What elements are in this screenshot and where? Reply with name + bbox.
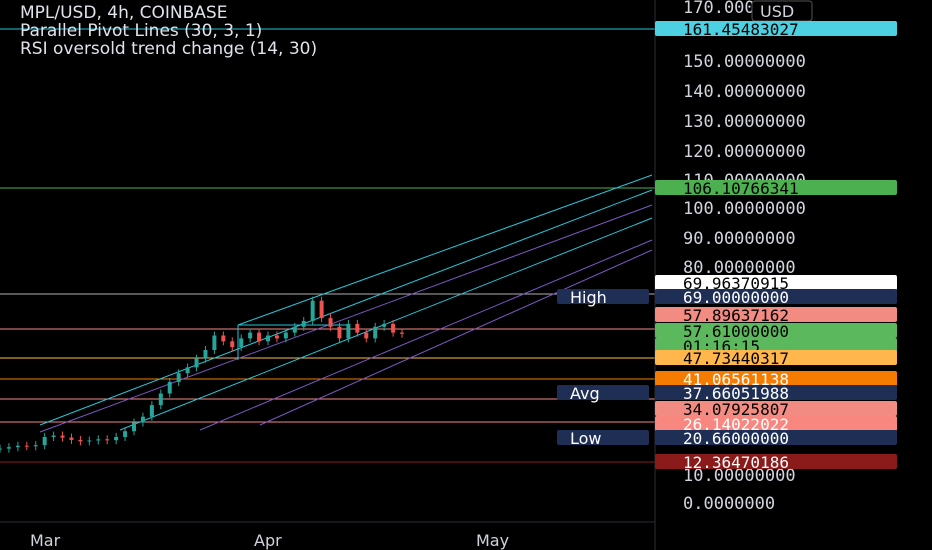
candle-body (33, 445, 38, 447)
time-tick-label: Mar (30, 531, 61, 550)
price-tick-label: 0.0000000 (683, 494, 775, 514)
candle-body (15, 445, 20, 448)
price-label-tag: Low (570, 429, 602, 448)
chart-overlay-lines (0, 28, 655, 463)
candle-body (328, 318, 333, 327)
candle-body (274, 335, 279, 339)
candle-body (96, 439, 101, 441)
time-tick-label: May (476, 531, 509, 550)
candle-body (132, 422, 136, 432)
candle-body (355, 323, 360, 333)
price-tick-label: 100.00000000 (683, 199, 806, 219)
candle-body (24, 445, 29, 447)
price-label-value: 47.73440317 (683, 349, 789, 368)
candle-body (78, 439, 83, 442)
candle-body (105, 439, 110, 441)
price-tick-label: 140.00000000 (683, 82, 806, 102)
candle-body (203, 350, 208, 359)
candle-body (346, 323, 351, 339)
price-label-value: 106.10766341 (683, 179, 799, 198)
candle-body (123, 431, 128, 437)
candle-body (69, 437, 74, 440)
indicator-rsi[interactable]: RSI oversold trend change (14, 30) (20, 40, 317, 58)
price-tick-label: 130.00000000 (683, 112, 806, 132)
price-label-tag: High (570, 288, 607, 307)
price-label-value: 20.66000000 (683, 429, 789, 448)
candle-body (382, 323, 387, 327)
price-label-tag: Avg (570, 384, 600, 403)
candle-body (87, 440, 92, 442)
candle-body (51, 435, 56, 437)
indicator-parallel-pivot[interactable]: Parallel Pivot Lines (30, 3, 1) (20, 22, 317, 40)
candle-body (337, 326, 342, 339)
candle-body (292, 326, 297, 333)
candle-body (319, 300, 324, 319)
candle-body (140, 416, 145, 423)
symbol-title[interactable]: MPL/USD, 4h, COINBASE (20, 4, 317, 22)
candle-body (257, 332, 262, 342)
candle-body (60, 435, 65, 438)
price-tick-label: 90.00000000 (683, 229, 796, 249)
candle-body (310, 300, 315, 321)
candle-body (283, 332, 288, 339)
chart-legend: MPL/USD, 4h, COINBASE Parallel Pivot Lin… (20, 4, 317, 58)
price-label-value: 161.45483027 (683, 20, 799, 39)
candle-body (167, 381, 172, 394)
currency-label: USD (760, 2, 794, 21)
candle-body (239, 338, 244, 348)
price-tick-label: 150.00000000 (683, 52, 806, 72)
price-axis[interactable]: 170.00000000150.00000000140.00000000130.… (557, 0, 897, 550)
candle-body (42, 437, 47, 446)
candle-body (364, 332, 369, 339)
candle-body (248, 332, 253, 339)
time-axis[interactable]: Mar Apr May (0, 521, 655, 550)
candle-body (6, 447, 11, 449)
candle-body (114, 437, 119, 441)
candle-body (194, 358, 199, 368)
candle-body (230, 341, 235, 348)
candle-body (373, 326, 378, 339)
price-tick-label: 120.00000000 (683, 142, 806, 162)
candle-body (266, 335, 270, 342)
candle-body (185, 367, 190, 374)
candle-body (301, 321, 306, 327)
candle-body (212, 335, 217, 350)
price-label-value: 12.36470186 (683, 453, 789, 472)
candle-body (158, 393, 163, 406)
candle-body (221, 335, 226, 342)
candle-body (176, 373, 181, 382)
price-chart[interactable]: 170.00000000150.00000000140.00000000130.… (0, 0, 932, 550)
candle-body (149, 405, 154, 417)
time-tick-label: Apr (254, 531, 282, 550)
price-label-value: 69.00000000 (683, 288, 789, 307)
candle-body (391, 323, 396, 333)
candle-body (400, 332, 404, 334)
candle-body (0, 448, 2, 450)
